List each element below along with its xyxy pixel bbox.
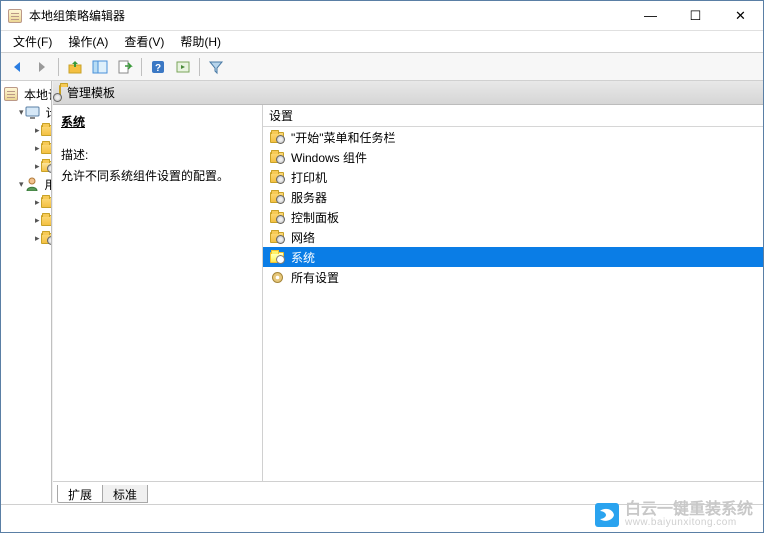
- app-icon: [7, 8, 23, 24]
- list-row[interactable]: 打印机: [263, 167, 763, 187]
- list-row[interactable]: 网络: [263, 227, 763, 247]
- folder-icon: [269, 149, 285, 165]
- tree-comp-software[interactable]: ▸ 软件设置: [33, 121, 51, 139]
- title-bar: 本地组策略编辑器 — ☐ ✕: [1, 1, 763, 31]
- list-column-header[interactable]: 设置: [263, 105, 763, 127]
- tree-user-config[interactable]: ▾ 用户配置: [17, 175, 51, 193]
- folder-open-icon: [41, 158, 52, 174]
- user-icon: [25, 176, 39, 192]
- menu-bar: 文件(F) 操作(A) 查看(V) 帮助(H): [1, 31, 763, 53]
- chevron-right-icon[interactable]: ▸: [35, 142, 40, 154]
- toolbar-separator: [199, 58, 200, 76]
- chevron-down-icon[interactable]: ▾: [19, 106, 24, 118]
- main-body: 本地计算机 策略 ▾ 计算机配置 ▸: [1, 81, 763, 503]
- list-body[interactable]: "开始"菜单和任务栏 Windows 组件打印机服务器控制面板网络系统所有设置: [263, 127, 763, 481]
- folder-icon: [269, 229, 285, 245]
- window-controls: — ☐ ✕: [628, 1, 763, 30]
- folder-icon: [269, 189, 285, 205]
- chevron-right-icon[interactable]: ▸: [35, 124, 40, 136]
- description-column: 系统 描述: 允许不同系统组件设置的配置。: [53, 105, 263, 481]
- list-row-label: 控制面板: [291, 209, 339, 226]
- menu-view[interactable]: 查看(V): [116, 31, 172, 52]
- tree-root[interactable]: 本地计算机 策略: [1, 85, 51, 103]
- up-folder-button[interactable]: [63, 55, 87, 79]
- folder-icon: [269, 249, 285, 265]
- tab-standard[interactable]: 标准: [102, 485, 148, 503]
- list-row[interactable]: 服务器: [263, 187, 763, 207]
- view-tabs: 扩展 标准: [53, 481, 763, 503]
- svg-text:?: ?: [155, 63, 161, 74]
- list-row[interactable]: 控制面板: [263, 207, 763, 227]
- maximize-button[interactable]: ☐: [673, 1, 718, 30]
- tree-user-admin[interactable]: ▸ 管理模板: [33, 229, 51, 247]
- description-label: 描述:: [61, 146, 252, 163]
- list-row[interactable]: Windows 组件: [263, 147, 763, 167]
- nav-forward-button[interactable]: [30, 55, 54, 79]
- export-list-button[interactable]: [113, 55, 137, 79]
- column-header-label: 设置: [269, 107, 293, 124]
- folder-icon: [41, 122, 52, 138]
- tab-extended[interactable]: 扩展: [57, 485, 103, 503]
- list-row-label: 系统: [291, 249, 315, 266]
- folder-icon: [269, 169, 285, 185]
- computer-icon: [25, 104, 40, 120]
- list-row[interactable]: 系统: [263, 247, 763, 267]
- chevron-right-icon[interactable]: ▸: [35, 196, 40, 208]
- toolbar-separator: [58, 58, 59, 76]
- close-button[interactable]: ✕: [718, 1, 763, 30]
- content-pane: 管理模板 系统 描述: 允许不同系统组件设置的配置。 设置 "开始"菜单和任务栏…: [53, 81, 763, 503]
- help-button[interactable]: ?: [146, 55, 170, 79]
- toolbar-separator: [141, 58, 142, 76]
- chevron-down-icon[interactable]: ▾: [19, 178, 24, 190]
- list-row-label: 打印机: [291, 169, 327, 186]
- chevron-right-icon[interactable]: ▸: [35, 214, 40, 226]
- list-row-label: 服务器: [291, 189, 327, 206]
- chevron-right-icon[interactable]: ▸: [35, 232, 40, 244]
- tree-item-label: 计算机配置: [43, 103, 52, 122]
- tree-user-windows[interactable]: ▸ Windows 设置: [33, 211, 51, 229]
- list-row-label: 所有设置: [291, 269, 339, 286]
- tree-comp-windows[interactable]: ▸ Windows 设置: [33, 139, 51, 157]
- filter-button[interactable]: [204, 55, 228, 79]
- list-column: 设置 "开始"菜单和任务栏 Windows 组件打印机服务器控制面板网络系统所有设…: [263, 105, 763, 481]
- status-bar: [1, 504, 763, 532]
- folder-icon: [59, 86, 61, 100]
- chevron-right-icon[interactable]: ▸: [35, 160, 40, 172]
- folder-icon: [269, 129, 285, 145]
- menu-action[interactable]: 操作(A): [60, 31, 116, 52]
- list-row[interactable]: "开始"菜单和任务栏: [263, 127, 763, 147]
- list-row[interactable]: 所有设置: [263, 267, 763, 287]
- settings-icon: [269, 269, 285, 285]
- content-header-title: 管理模板: [67, 84, 115, 101]
- list-row-label: Windows 组件: [291, 149, 367, 166]
- tree-root-label: 本地计算机 策略: [21, 85, 52, 104]
- tree-computer-config[interactable]: ▾ 计算机配置: [17, 103, 51, 121]
- nav-back-button[interactable]: [5, 55, 29, 79]
- menu-file[interactable]: 文件(F): [5, 31, 60, 52]
- policy-icon: [4, 86, 18, 102]
- menu-help[interactable]: 帮助(H): [172, 31, 229, 52]
- description-text: 允许不同系统组件设置的配置。: [61, 167, 252, 184]
- list-row-label: "开始"菜单和任务栏: [291, 129, 396, 146]
- tree-user-software[interactable]: ▸ 软件设置: [33, 193, 51, 211]
- window-title: 本地组策略编辑器: [29, 7, 125, 24]
- tree-item-label: 用户配置: [42, 175, 52, 194]
- folder-icon: [41, 194, 52, 210]
- folder-icon: [41, 140, 52, 156]
- show-hide-tree-button[interactable]: [88, 55, 112, 79]
- tree-comp-admin[interactable]: ▸ 管理模板: [33, 157, 51, 175]
- folder-icon: [41, 230, 52, 246]
- content-header: 管理模板: [53, 81, 763, 105]
- list-row-label: 网络: [291, 229, 315, 246]
- selected-item-title: 系统: [61, 113, 252, 130]
- folder-icon: [269, 209, 285, 225]
- minimize-button[interactable]: —: [628, 1, 673, 30]
- tree-pane[interactable]: 本地计算机 策略 ▾ 计算机配置 ▸: [1, 81, 52, 503]
- folder-icon: [41, 212, 52, 228]
- toolbar: ?: [1, 53, 763, 81]
- options-button[interactable]: [171, 55, 195, 79]
